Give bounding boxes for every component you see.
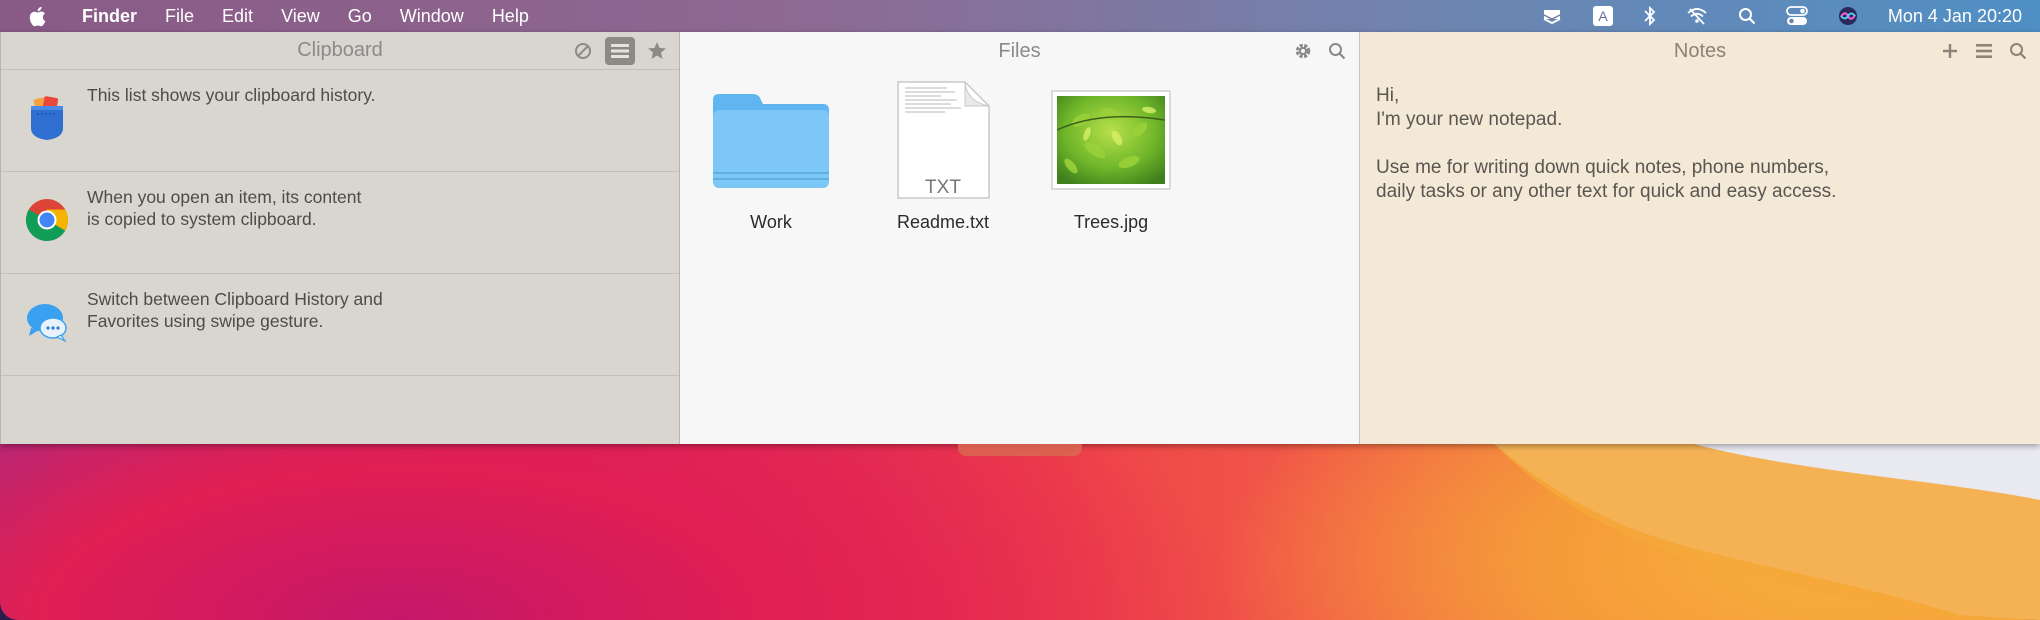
files-title: Files bbox=[998, 39, 1041, 62]
search-icon[interactable] bbox=[2006, 39, 2030, 63]
notes-column: Notes Hi, I'm your new notepad. Use me f… bbox=[1360, 32, 2040, 444]
chrome-icon bbox=[23, 196, 71, 244]
clipboard-column: Clipboard This list shows your clipboard… bbox=[0, 32, 680, 444]
file-item-image[interactable]: Trees.jpg bbox=[1041, 80, 1181, 233]
file-item-folder[interactable]: Work bbox=[701, 80, 841, 233]
wifi-off-icon[interactable] bbox=[1686, 7, 1708, 25]
list-view-icon[interactable] bbox=[605, 37, 635, 65]
keyboard-a-letter: A bbox=[1598, 8, 1608, 24]
clear-history-icon[interactable] bbox=[571, 39, 595, 63]
keyboard-a-icon[interactable]: A bbox=[1592, 5, 1614, 27]
notes-title: Notes bbox=[1673, 39, 1727, 62]
image-thumbnail bbox=[1041, 80, 1181, 200]
notes-list-icon[interactable] bbox=[1972, 39, 1996, 63]
favorites-star-icon[interactable] bbox=[645, 39, 669, 63]
search-icon[interactable] bbox=[1738, 7, 1756, 25]
menu-app-name[interactable]: Finder bbox=[82, 6, 137, 27]
stack-icon[interactable] bbox=[1542, 7, 1562, 25]
clipboard-item-text: This list shows your clipboard history. bbox=[87, 85, 376, 105]
menu-help[interactable]: Help bbox=[492, 6, 529, 27]
search-icon[interactable] bbox=[1325, 39, 1349, 63]
files-header: Files bbox=[680, 32, 1359, 70]
menu-go[interactable]: Go bbox=[348, 6, 372, 27]
messages-icon bbox=[23, 298, 71, 346]
clipboard-item-text: When you open an item, its content is co… bbox=[87, 187, 362, 229]
clipboard-title: Clipboard bbox=[297, 39, 383, 61]
file-name: Readme.txt bbox=[896, 212, 990, 232]
menu-view[interactable]: View bbox=[281, 6, 320, 27]
folder-icon bbox=[701, 80, 841, 200]
bluetooth-icon[interactable] bbox=[1644, 6, 1656, 26]
clipboard-item[interactable]: When you open an item, its content is co… bbox=[1, 172, 679, 274]
menu-edit[interactable]: Edit bbox=[222, 6, 253, 27]
control-center-icon[interactable] bbox=[1785, 6, 1808, 26]
siri-icon[interactable] bbox=[1838, 6, 1858, 26]
apple-menu-icon[interactable] bbox=[28, 5, 48, 27]
add-note-icon[interactable] bbox=[1938, 39, 1962, 63]
wallpaper-wave bbox=[1490, 440, 2040, 620]
files-column: Files Work TXT Readme.txt Trees.jpg bbox=[680, 32, 1360, 444]
note-content[interactable]: Hi, I'm your new notepad. Use me for wri… bbox=[1376, 84, 1836, 204]
gear-icon[interactable] bbox=[1291, 39, 1315, 63]
txt-badge: TXT bbox=[925, 177, 961, 198]
notes-header: Notes bbox=[1360, 32, 2040, 70]
menu-file[interactable]: File bbox=[165, 6, 194, 27]
panel-drawer-handle[interactable] bbox=[958, 444, 1082, 456]
clipboard-item[interactable]: Switch between Clipboard History and Fav… bbox=[1, 274, 679, 376]
menu-bar: Finder File Edit View Go Window Help A M… bbox=[0, 0, 2040, 32]
clipboard-item-text: Switch between Clipboard History and Fav… bbox=[87, 289, 383, 331]
txt-document-icon: TXT bbox=[873, 80, 1013, 200]
menu-window[interactable]: Window bbox=[400, 6, 464, 27]
pocket-icon bbox=[23, 94, 71, 142]
clipboard-header: Clipboard bbox=[1, 32, 679, 70]
menubar-clock[interactable]: Mon 4 Jan 20:20 bbox=[1888, 6, 2022, 27]
file-name: Work bbox=[750, 212, 792, 232]
clipboard-item[interactable]: This list shows your clipboard history. bbox=[1, 70, 679, 172]
file-name: Trees.jpg bbox=[1073, 212, 1149, 232]
file-item-txt[interactable]: TXT Readme.txt bbox=[873, 80, 1013, 233]
drop-panel: Clipboard This list shows your clipboard… bbox=[0, 32, 2040, 444]
